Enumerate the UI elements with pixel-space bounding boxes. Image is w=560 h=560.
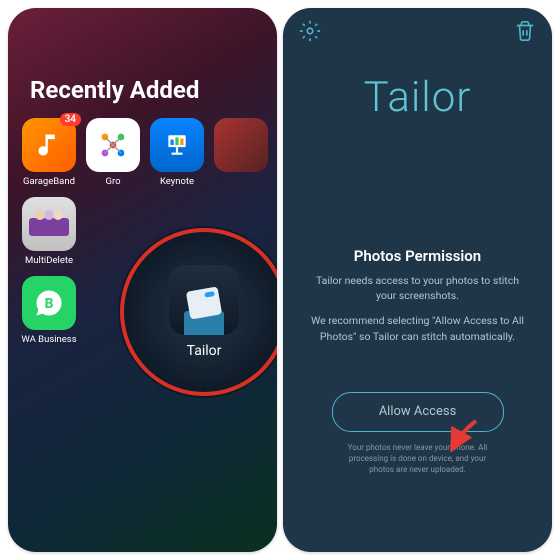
app-garageband[interactable]: 34 GarageBand xyxy=(22,118,76,187)
home-screen: Recently Added 34 GarageBand Gro Keynot xyxy=(8,8,277,552)
permission-footer: Your photos never leave your phone. All … xyxy=(311,432,524,476)
permission-title: Photos Permission xyxy=(311,247,524,265)
section-heading: Recently Added xyxy=(30,76,277,104)
app-icon xyxy=(214,118,268,172)
app-label: Gro xyxy=(105,176,120,187)
permission-panel: Photos Permission Tailor needs access to… xyxy=(283,247,552,475)
keynote-icon xyxy=(150,118,204,172)
app-tailor[interactable]: Tailor xyxy=(169,265,239,359)
whatsapp-business-icon: B xyxy=(22,276,76,330)
tailor-permission-screen: Tailor Photos Permission Tailor needs ac… xyxy=(283,8,552,552)
highlight-circle: Tailor xyxy=(120,228,277,396)
app-label: WA Business xyxy=(21,334,76,345)
app-keynote[interactable]: Keynote xyxy=(150,118,204,187)
garageband-icon: 34 xyxy=(22,118,76,172)
multidelete-icon xyxy=(22,197,76,251)
graph-icon xyxy=(86,118,140,172)
svg-text:B: B xyxy=(45,296,54,312)
tailor-icon xyxy=(169,265,239,335)
trash-icon[interactable] xyxy=(514,20,536,42)
app-wa-business[interactable]: B WA Business xyxy=(22,276,76,345)
app-unknown[interactable] xyxy=(214,118,268,187)
app-graph[interactable]: Gro xyxy=(86,118,140,187)
app-label: Tailor xyxy=(187,343,222,359)
settings-icon[interactable] xyxy=(299,20,321,42)
notification-badge: 34 xyxy=(60,113,81,126)
arrow-annotation xyxy=(442,417,482,457)
permission-text-2: We recommend selecting "Allow Access to … xyxy=(311,313,524,343)
app-label: GarageBand xyxy=(23,176,75,187)
app-multidelete[interactable]: MultiDelete xyxy=(22,197,76,266)
app-label: MultiDelete xyxy=(25,255,73,266)
app-label: Keynote xyxy=(160,176,194,187)
permission-text-1: Tailor needs access to your photos to st… xyxy=(311,273,524,303)
brand-title: Tailor xyxy=(283,73,552,122)
